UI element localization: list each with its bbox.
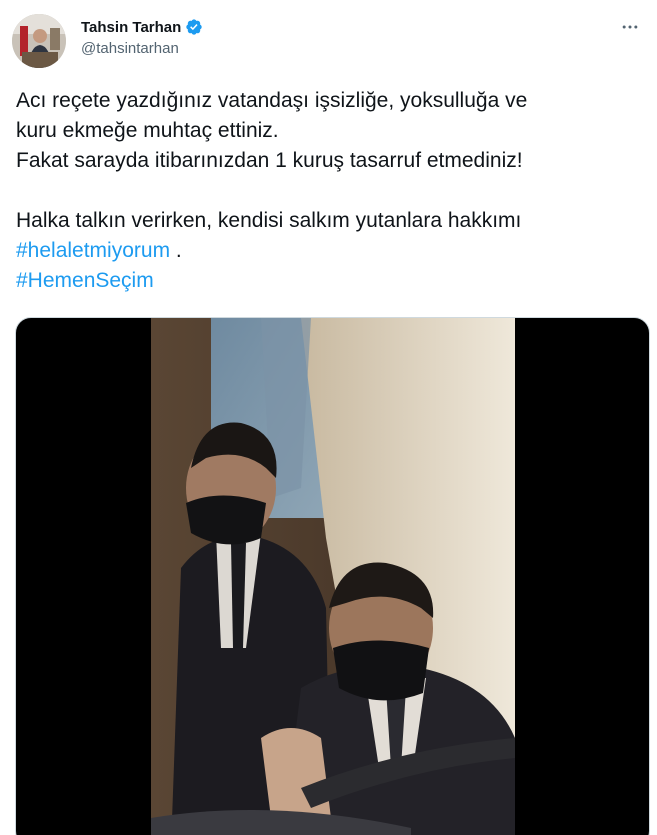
tweet-header: Tahsin Tarhan @tahsintarhan — [12, 12, 647, 68]
tweet-line-3: Fakat sarayda itibarınızdan 1 kuruş tasa… — [16, 149, 523, 172]
author-display-name[interactable]: Tahsin Tarhan — [81, 19, 181, 36]
hashtag-hemensecim[interactable]: #HemenSeçim — [16, 269, 154, 292]
video-media[interactable] — [15, 317, 650, 835]
author-name-row: Tahsin Tarhan — [81, 16, 203, 38]
author-avatar[interactable] — [12, 14, 66, 68]
line-5-suffix: . — [170, 239, 182, 262]
tweet-line-4: Halka talkın verirken, kendisi salkım yu… — [16, 209, 522, 232]
tweet-text: Acı reçete yazdığınız vatandaşı işsizliğ… — [16, 86, 646, 296]
author-handle[interactable]: @tahsintarhan — [81, 40, 179, 57]
hashtag-helaletmiyorum[interactable]: #helaletmiyorum — [16, 239, 170, 262]
verified-badge-icon — [185, 18, 203, 36]
avatar-photo — [12, 14, 66, 68]
video-still — [151, 318, 515, 835]
more-options-icon — [622, 25, 638, 29]
tweet-line-5: #helaletmiyorum . — [16, 236, 646, 266]
more-options-button[interactable] — [613, 14, 647, 40]
tweet-line-6: #HemenSeçim — [16, 266, 646, 296]
tweet-line-1: Acı reçete yazdığınız vatandaşı işsizliğ… — [16, 89, 528, 112]
video-frame — [151, 318, 515, 835]
tweet-line-2: kuru ekmeğe muhtaç ettiniz. — [16, 119, 279, 142]
